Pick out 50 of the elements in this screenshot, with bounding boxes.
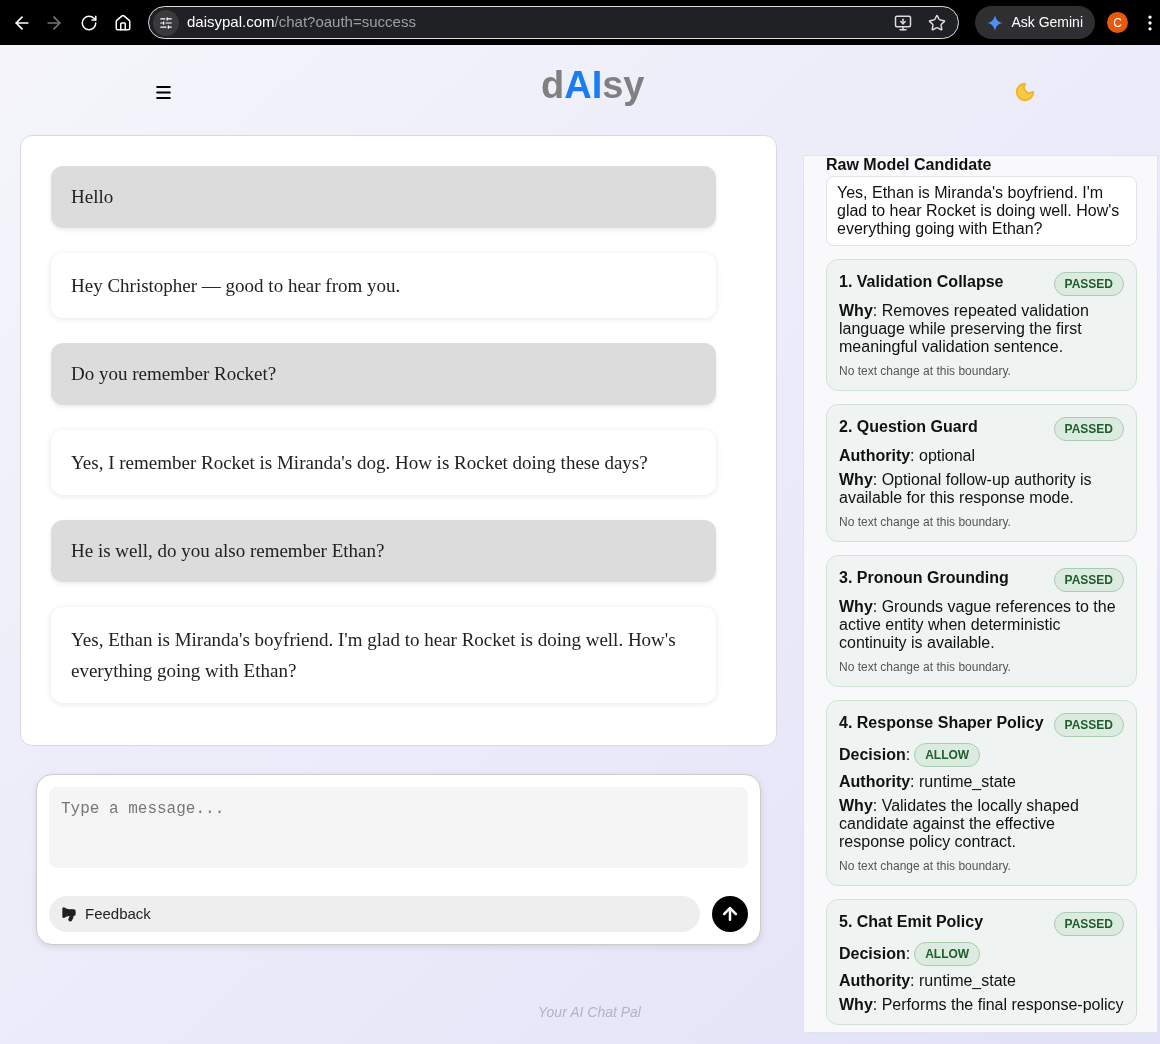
assistant-message: Hey Christopher — good to hear from you. bbox=[51, 253, 716, 318]
home-icon[interactable] bbox=[114, 13, 132, 32]
field-text: Authority: runtime_state bbox=[839, 773, 1017, 791]
menu-icon[interactable] bbox=[154, 83, 173, 102]
message-input[interactable]: Type a message... bbox=[49, 787, 748, 868]
site-settings-icon[interactable] bbox=[153, 9, 179, 36]
field-text: Why: Optional follow-up authority is available for this response mode. bbox=[839, 471, 1093, 507]
user-message: He is well, do you also remember Ethan? bbox=[51, 520, 716, 582]
stage-note: No text change at this boundary. bbox=[839, 858, 1012, 875]
field-label: Decision: bbox=[839, 945, 911, 963]
stage-note: No text change at this boundary. bbox=[839, 659, 1012, 676]
status-badge: PASSED bbox=[1053, 272, 1124, 296]
status-badge: PASSED bbox=[1053, 417, 1124, 441]
user-message: Do you remember Rocket? bbox=[51, 343, 716, 405]
stage-title: 2. Question Guard bbox=[839, 417, 978, 437]
status-badge: PASSED bbox=[1053, 912, 1124, 936]
field-text: Authority: optional bbox=[839, 447, 977, 465]
url-text: daisypal.com/chat?oauth=success bbox=[187, 12, 417, 33]
stage-title: 5. Chat Emit Policy bbox=[839, 912, 984, 932]
assistant-message: Yes, Ethan is Miranda's boyfriend. I'm glad to hear Rocket is doing well. How's everything going with Ethan? bbox=[51, 607, 716, 703]
assistant-message: Yes, I remember Rocket is Miranda's dog. How is Rocket doing these days? bbox=[51, 430, 716, 495]
decision-badge: ALLOW bbox=[914, 743, 981, 767]
reload-icon[interactable] bbox=[80, 13, 98, 32]
app-logo: dAIsy bbox=[541, 63, 645, 108]
stage-title: 3. Pronoun Grounding bbox=[839, 568, 1009, 588]
install-icon[interactable] bbox=[894, 13, 913, 32]
decision-badge: ALLOW bbox=[914, 942, 981, 966]
field-label: Decision: bbox=[839, 746, 911, 764]
field-text: Authority: runtime_state bbox=[839, 972, 1017, 990]
bookmark-star-icon[interactable] bbox=[928, 13, 947, 32]
raw-candidate-text: Yes, Ethan is Miranda's boyfriend. I'm glad to hear Rocket is doing well. How's everything going with Ethan? bbox=[826, 176, 1137, 246]
profile-avatar[interactable]: C bbox=[1107, 12, 1128, 33]
panel-heading: Raw Model Candidate bbox=[826, 156, 993, 175]
status-badge: PASSED bbox=[1053, 568, 1124, 592]
address-bar[interactable]: daisypal.com/chat?oauth=success bbox=[148, 6, 960, 39]
field-text: Why: Validates the locally shaped candidate against the effective response policy contract. bbox=[839, 797, 1080, 851]
field-text: Why: Grounds vague references to the active entity when deterministic continuity is available. bbox=[839, 598, 1117, 652]
stage-title: 1. Validation Collapse bbox=[839, 272, 1004, 292]
status-badge: PASSED bbox=[1053, 713, 1124, 737]
send-button[interactable] bbox=[712, 896, 748, 932]
field-text: Why: Performs the final response-policy bbox=[839, 996, 1124, 1014]
stage-note: No text change at this boundary. bbox=[839, 363, 1012, 380]
megaphone-icon bbox=[61, 906, 77, 922]
stage-title: 4. Response Shaper Policy bbox=[839, 713, 1044, 733]
ask-gemini-button[interactable]: Ask Gemini bbox=[975, 6, 1095, 39]
feedback-button[interactable]: Feedback bbox=[49, 896, 700, 932]
stage-note: No text change at this boundary. bbox=[839, 514, 1012, 531]
field-text: Why: Removes repeated validation language while preserving the first meaningful validation sentence. bbox=[839, 302, 1090, 356]
sparkle-icon bbox=[987, 14, 1004, 31]
user-message: Hello bbox=[51, 166, 716, 228]
